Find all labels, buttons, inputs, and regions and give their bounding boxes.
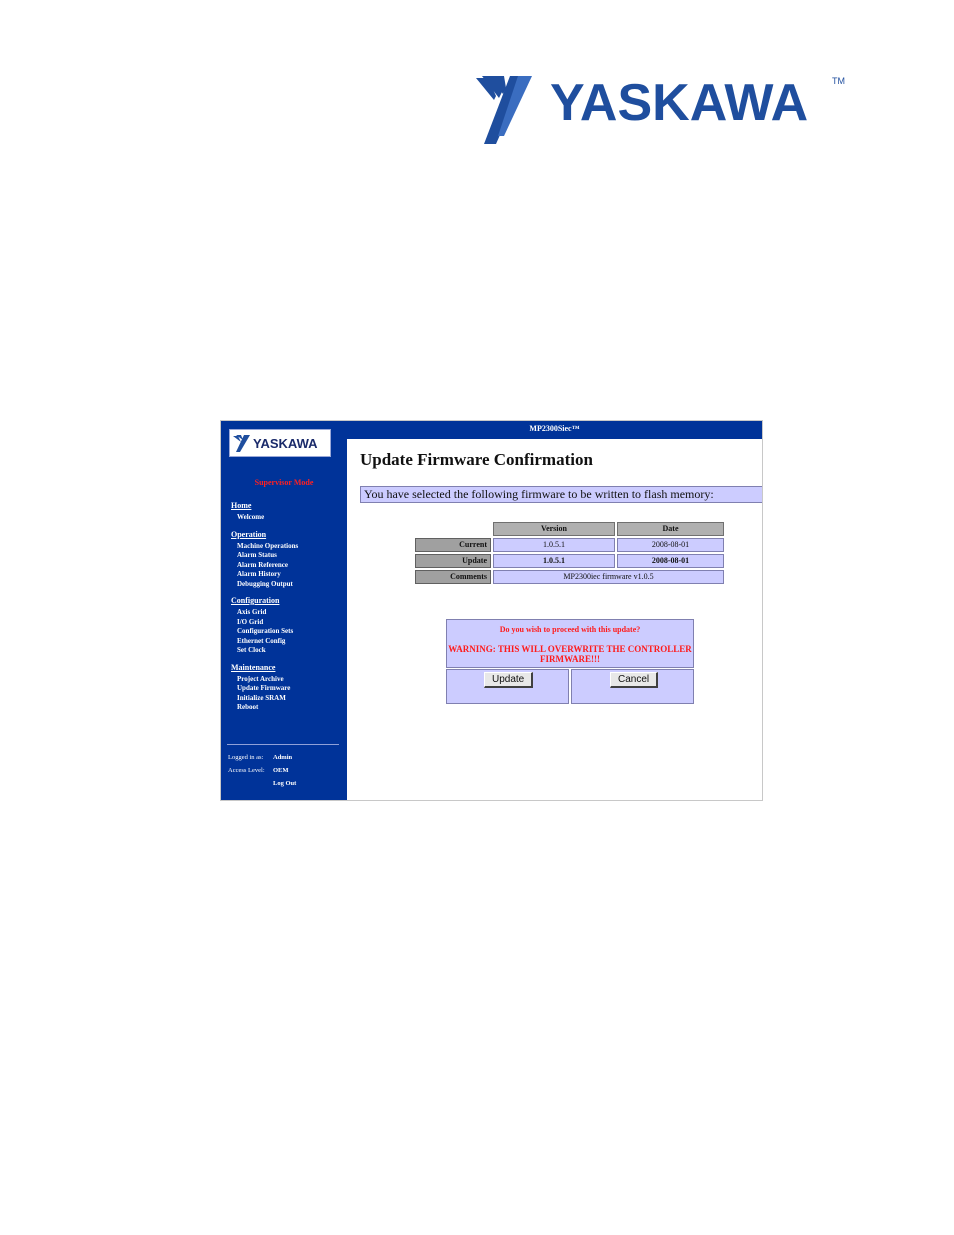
row-label-current: Current bbox=[415, 538, 491, 552]
sidebar-logo: YASKAWA bbox=[229, 429, 331, 457]
nav-item-update-firmware[interactable]: Update Firmware bbox=[237, 684, 343, 694]
table-row: Comments MP2300iec firmware v1.0.5 bbox=[415, 570, 724, 584]
yaskawa-page-logo: YASKAWA TM bbox=[474, 72, 846, 148]
app-title: MP2300Siec™ bbox=[529, 424, 580, 433]
cancel-button-cell: Cancel bbox=[571, 669, 694, 704]
logout-link[interactable]: Log Out bbox=[273, 780, 296, 787]
update-version: 1.0.5.1 bbox=[493, 554, 615, 568]
update-button-cell: Update bbox=[446, 669, 569, 704]
table-header-row: Version Date bbox=[415, 522, 724, 536]
sidebar-nav: Home Welcome Operation Machine Operation… bbox=[231, 501, 343, 713]
nav-item-alarm-status[interactable]: Alarm Status bbox=[237, 551, 343, 561]
row-label-update: Update bbox=[415, 554, 491, 568]
nav-item-welcome[interactable]: Welcome bbox=[237, 513, 343, 523]
nav-item-machine-operations[interactable]: Machine Operations bbox=[237, 542, 343, 552]
nav-item-ethernet-config[interactable]: Ethernet Config bbox=[237, 637, 343, 647]
nav-item-axis-grid[interactable]: Axis Grid bbox=[237, 608, 343, 618]
firmware-table: Version Date Current 1.0.5.1 2008-08-01 … bbox=[413, 520, 726, 586]
table-row: Update 1.0.5.1 2008-08-01 bbox=[415, 554, 724, 568]
nav-section-maintenance[interactable]: Maintenance bbox=[231, 663, 343, 672]
confirm-question: Do you wish to proceed with this update? bbox=[499, 625, 641, 634]
nav-item-set-clock[interactable]: Set Clock bbox=[237, 646, 343, 656]
svg-text:TM: TM bbox=[832, 76, 845, 86]
access-level-value: OEM bbox=[273, 767, 289, 774]
info-message: You have selected the following firmware… bbox=[360, 486, 762, 503]
logged-in-label: Logged in as: bbox=[228, 754, 264, 761]
update-date: 2008-08-01 bbox=[617, 554, 724, 568]
nav-item-alarm-reference[interactable]: Alarm Reference bbox=[237, 561, 343, 571]
cancel-button[interactable]: Cancel bbox=[610, 672, 659, 688]
confirm-warning: WARNING: THIS WILL OVERWRITE THE CONTROL… bbox=[448, 644, 692, 664]
current-date: 2008-08-01 bbox=[617, 538, 724, 552]
nav-item-configuration-sets[interactable]: Configuration Sets bbox=[237, 627, 343, 637]
yaskawa-swoosh-icon: YASKAWA TM bbox=[476, 74, 845, 144]
nav-item-initialize-sram[interactable]: Initialize SRAM bbox=[237, 694, 343, 704]
nav-item-project-archive[interactable]: Project Archive bbox=[237, 675, 343, 685]
column-header-version: Version bbox=[493, 522, 615, 536]
nav-section-operation[interactable]: Operation bbox=[231, 530, 343, 539]
column-header-date: Date bbox=[617, 522, 724, 536]
nav-item-debugging-output[interactable]: Debugging Output bbox=[237, 580, 343, 590]
page-title: Update Firmware Confirmation bbox=[360, 450, 593, 469]
login-info: Logged in as: Admin Access Level: OEM Lo… bbox=[228, 754, 343, 793]
nav-section-configuration[interactable]: Configuration bbox=[231, 596, 343, 605]
row-label-comments: Comments bbox=[415, 570, 491, 584]
yaskawa-mark-icon bbox=[233, 435, 250, 452]
nav-item-reboot[interactable]: Reboot bbox=[237, 703, 343, 713]
table-row: Current 1.0.5.1 2008-08-01 bbox=[415, 538, 724, 552]
access-level-label: Access Level: bbox=[228, 767, 265, 774]
web-ui-screenshot: MP2300Siec™ YASKAWA Supervisor Mode Home… bbox=[220, 420, 763, 801]
update-button[interactable]: Update bbox=[484, 672, 534, 688]
main-content: Update Firmware Confirmation You have se… bbox=[347, 439, 762, 800]
sidebar: YASKAWA Supervisor Mode Home Welcome Ope… bbox=[221, 421, 347, 800]
current-version: 1.0.5.1 bbox=[493, 538, 615, 552]
svg-text:YASKAWA: YASKAWA bbox=[550, 74, 808, 132]
comments-value: MP2300iec firmware v1.0.5 bbox=[493, 570, 724, 584]
confirm-dialog: Do you wish to proceed with this update?… bbox=[446, 619, 694, 668]
logged-in-user: Admin bbox=[273, 754, 293, 761]
nav-item-io-grid[interactable]: I/O Grid bbox=[237, 618, 343, 628]
mode-indicator: Supervisor Mode bbox=[254, 478, 314, 487]
sidebar-divider bbox=[227, 744, 339, 745]
nav-section-home[interactable]: Home bbox=[231, 501, 343, 510]
nav-item-alarm-history[interactable]: Alarm History bbox=[237, 570, 343, 580]
